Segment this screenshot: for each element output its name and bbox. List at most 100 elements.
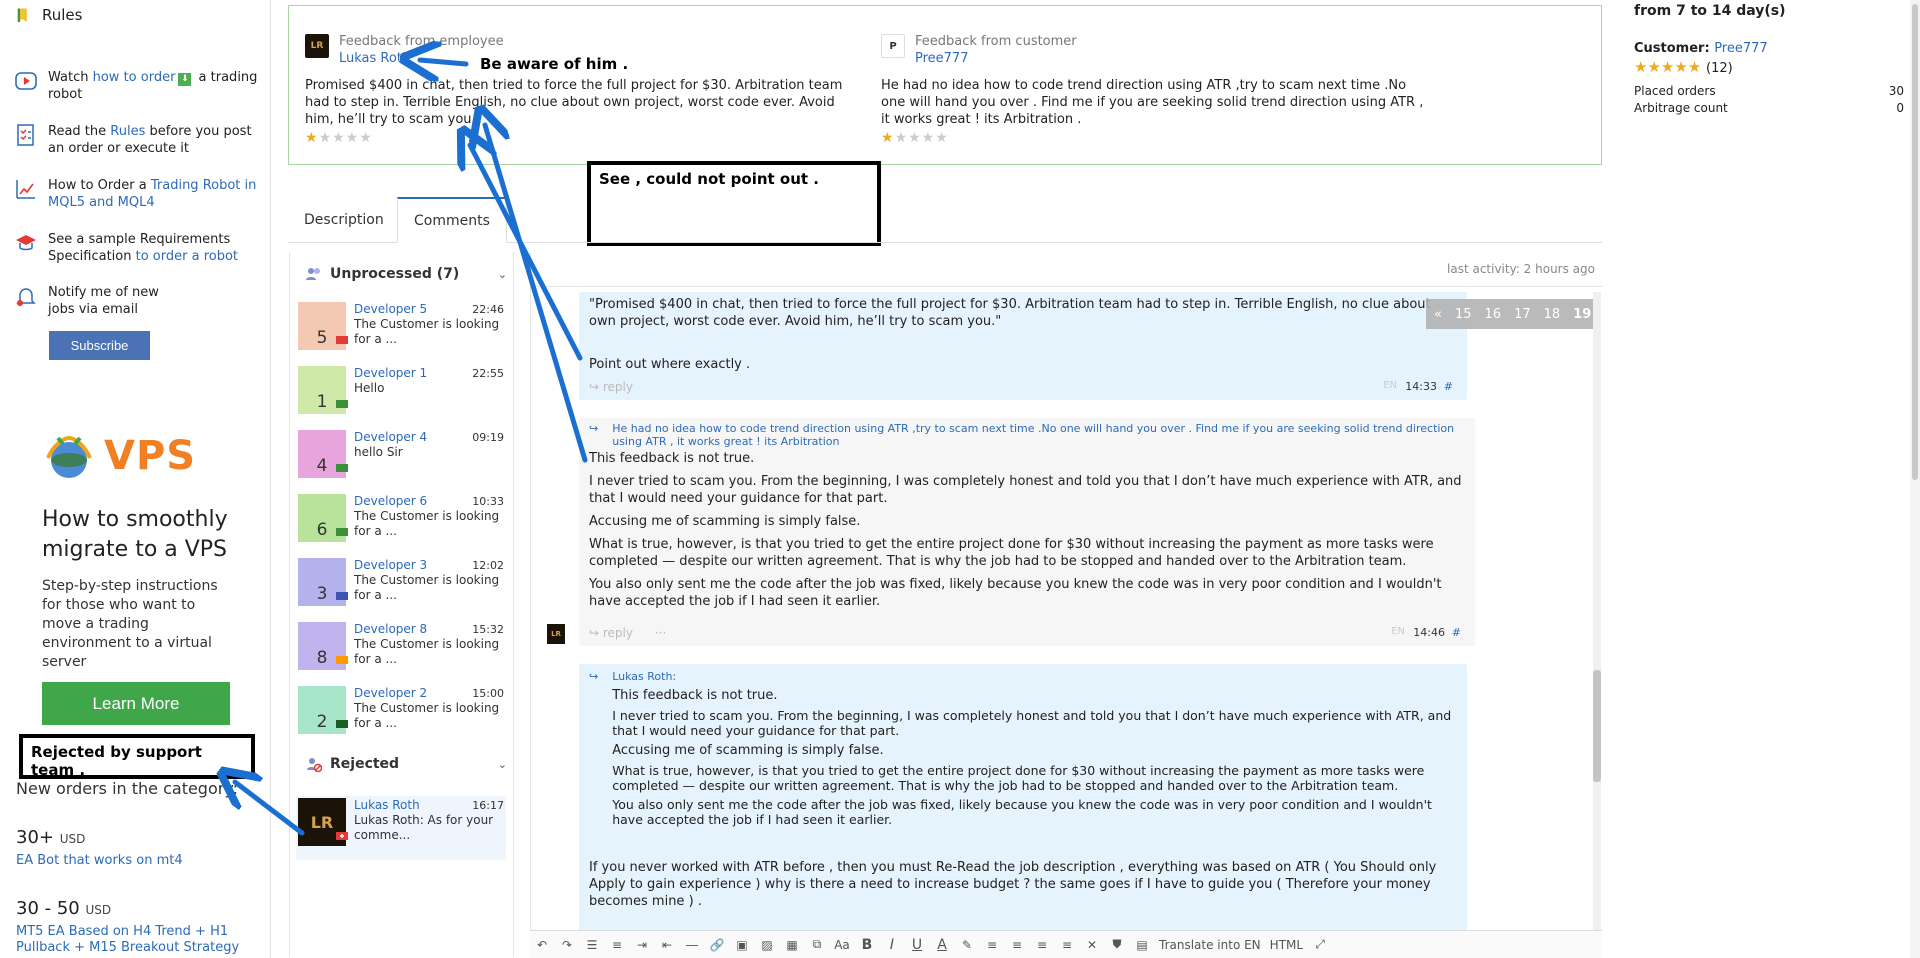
bold-button[interactable]: B — [859, 936, 875, 954]
numbered-list-icon[interactable]: ≡ — [609, 936, 625, 954]
highlight-icon[interactable]: ✎ — [959, 936, 975, 954]
flag-icon — [336, 720, 348, 728]
conversation-scrollbar[interactable] — [1593, 292, 1601, 942]
scroll-thumb[interactable] — [1912, 4, 1918, 480]
avatar: 4 — [298, 430, 348, 478]
chat-time: 15:32 — [472, 623, 504, 636]
chat-item[interactable]: 5 Developer 5 The Customer is looking for … — [296, 300, 506, 356]
chat-item[interactable]: 6 Developer 6 The Customer is looking for … — [296, 492, 506, 548]
underline-button[interactable]: U — [909, 936, 925, 954]
page-scrollbar[interactable] — [1910, 0, 1920, 958]
page-link[interactable]: 17 — [1514, 307, 1531, 322]
employee-avatar[interactable]: LR — [305, 34, 329, 58]
customer-name-link[interactable]: Pree777 — [915, 51, 968, 66]
language-select[interactable]: EN — [1383, 380, 1397, 391]
chat-list: Unprocessed (7) ⌄ 5 Developer 5 The Custom… — [289, 252, 514, 957]
template-icon[interactable]: ▤ — [1134, 936, 1150, 954]
how-to-order-link[interactable]: how to order — [93, 70, 176, 85]
more-options[interactable]: ··· — [655, 626, 666, 640]
employee-name-link[interactable]: Lukas Roth — [339, 51, 410, 66]
author-avatar[interactable]: LR — [547, 624, 565, 644]
tab-bar: Description Comments — [288, 197, 1602, 243]
metatrader-logo-icon — [46, 435, 92, 478]
italic-button[interactable]: I — [884, 936, 900, 954]
customer-link[interactable]: Pree777 — [1714, 41, 1767, 56]
order-link[interactable]: EA Bot that works on mt4 — [16, 853, 256, 869]
users-icon — [306, 268, 320, 280]
html-button[interactable]: HTML — [1270, 936, 1303, 954]
reply-link[interactable]: ↪ reply — [589, 626, 633, 640]
vps-title: How to smoothly migrate to a VPS — [42, 507, 228, 562]
align-center-icon[interactable]: ≡ — [1009, 936, 1025, 954]
page-pagination: « 15 16 17 18 19 — [1426, 299, 1600, 329]
subscribe-button[interactable]: Subscribe — [49, 331, 150, 360]
chat-item[interactable]: 4 Developer 4 hello Sir 09:19 — [296, 428, 506, 484]
align-justify-icon[interactable]: ≡ — [1059, 936, 1075, 954]
page-first[interactable]: « — [1434, 307, 1442, 322]
chevron-down-icon[interactable]: ⌄ — [498, 758, 507, 771]
chat-item[interactable]: 1 Developer 1 Hello 22:55 — [296, 364, 506, 420]
font-size-select[interactable]: Aa — [834, 936, 850, 954]
avatar: 6 — [298, 494, 348, 542]
page-link[interactable]: 18 — [1544, 307, 1561, 322]
shield-icon[interactable]: ⛊ — [1109, 936, 1125, 954]
fullscreen-icon[interactable]: ⤢ — [1312, 936, 1328, 954]
chat-time: 22:46 — [472, 303, 504, 316]
chat-preview: hello Sir — [354, 445, 403, 459]
horizontal-rule-icon[interactable]: ― — [684, 936, 700, 954]
order-robot-link[interactable]: to order a robot — [136, 249, 238, 264]
undo-icon[interactable]: ↶ — [534, 936, 550, 954]
message-anchor-link[interactable]: # — [1444, 380, 1453, 393]
chat-item[interactable]: 8 Developer 8 The Customer is looking for … — [296, 620, 506, 676]
customer-avatar[interactable]: P — [881, 34, 905, 58]
language-select[interactable]: EN — [1391, 626, 1405, 637]
translate-select[interactable]: Translate into EN — [1159, 936, 1261, 954]
link-icon[interactable]: 🔗 — [709, 936, 725, 954]
table-icon[interactable]: ▦ — [784, 936, 800, 954]
order-link[interactable]: MT5 EA Based on H4 Trend + H1 Pullback +… — [16, 924, 256, 956]
flag-icon — [336, 464, 348, 472]
unprocessed-group-header[interactable]: Unprocessed (7) ⌄ — [290, 258, 515, 290]
outdent-icon[interactable]: ⇤ — [659, 936, 675, 954]
page-link[interactable]: 16 — [1485, 307, 1502, 322]
flag-icon — [336, 832, 348, 840]
avatar-number: 2 — [316, 712, 328, 732]
redo-icon[interactable]: ↷ — [559, 936, 575, 954]
employee-feedback: LR Feedback from employee Lukas Roth Pro… — [305, 34, 865, 146]
clear-format-icon[interactable]: ✕ — [1084, 936, 1100, 954]
avatar: 8 — [298, 622, 348, 670]
scroll-thumb[interactable] — [1593, 670, 1601, 782]
text-color-button[interactable]: A — [934, 936, 950, 954]
reply-link[interactable]: ↪ reply — [589, 380, 633, 394]
sidebar-item-watch-order: Watch how to order ⬇ a trading robot — [14, 69, 264, 103]
chat-item-rejected[interactable]: LR Lukas Roth Lukas Roth: As for your co… — [296, 796, 506, 860]
page-current[interactable]: 19 — [1573, 307, 1591, 322]
tab-description[interactable]: Description — [288, 197, 400, 243]
rejected-group-header[interactable]: Rejected ⌄ — [290, 748, 515, 780]
chat-time: 22:55 — [472, 367, 504, 380]
chevron-down-icon[interactable]: ⌄ — [498, 268, 507, 281]
vps-description: Step-by-step instructions for those who … — [42, 578, 218, 670]
message-time: 14:46 — [1413, 626, 1445, 639]
rules-link[interactable]: Rules — [110, 124, 145, 139]
user-icon[interactable]: ▣ — [734, 936, 750, 954]
chat-item[interactable]: 3 Developer 3 The Customer is looking for … — [296, 556, 506, 612]
tab-comments[interactable]: Comments — [397, 197, 507, 243]
indent-icon[interactable]: ⇥ — [634, 936, 650, 954]
sidebar-item-how-to-order: How to Order a Trading Robot in MQL5 and… — [14, 177, 264, 211]
align-right-icon[interactable]: ≡ — [1034, 936, 1050, 954]
learn-more-button[interactable]: Learn More — [42, 682, 230, 725]
image-icon[interactable]: ▨ — [759, 936, 775, 954]
page-link[interactable]: 15 — [1455, 307, 1472, 322]
chat-item[interactable]: 2 Developer 2 The Customer is looking for … — [296, 684, 506, 740]
rules-header[interactable]: Rules — [14, 7, 264, 25]
flag-icon — [336, 400, 348, 408]
align-left-icon[interactable]: ≡ — [984, 936, 1000, 954]
chat-preview: The Customer is looking for a ... — [354, 317, 500, 346]
bullet-list-icon[interactable]: ☰ — [584, 936, 600, 954]
employee-rating-stars: ★★★★★ — [305, 130, 865, 146]
last-activity: last activity: 2 hours ago — [1447, 262, 1595, 276]
message-text: If you never worked with ATR before , th… — [589, 860, 1437, 909]
code-icon[interactable]: ⧉ — [809, 936, 825, 954]
message-anchor-link[interactable]: # — [1452, 626, 1461, 639]
